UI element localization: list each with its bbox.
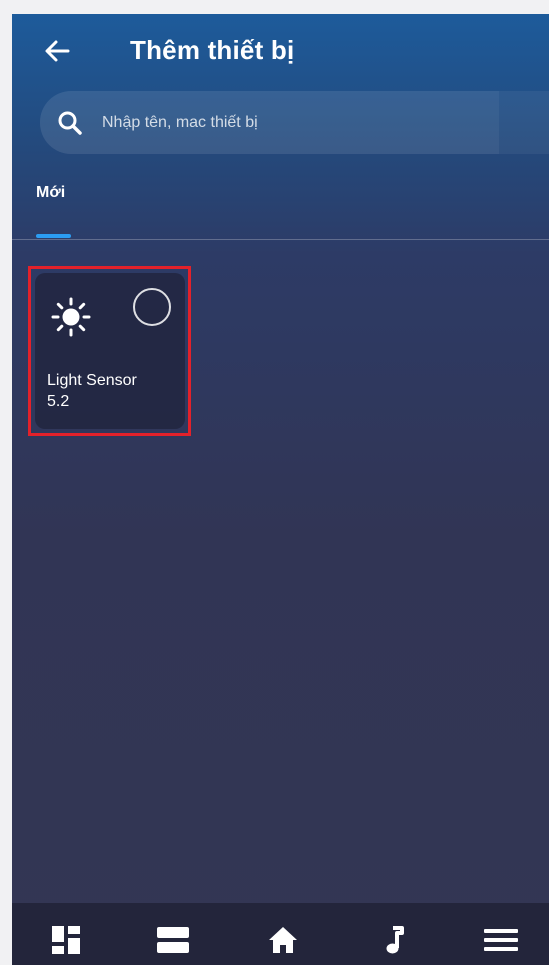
nav-music[interactable] bbox=[381, 923, 407, 957]
home-icon bbox=[269, 927, 297, 953]
nav-dashboard[interactable] bbox=[49, 923, 83, 957]
device-select-checkbox[interactable] bbox=[133, 288, 171, 326]
nav-menu[interactable] bbox=[482, 923, 520, 957]
page-title: Thêm thiết bị bbox=[130, 34, 295, 65]
dashboard-icon bbox=[52, 926, 80, 954]
sun-icon bbox=[51, 297, 91, 337]
tab-active-indicator bbox=[36, 234, 71, 238]
tab-divider bbox=[12, 239, 549, 240]
tab-bar: Mới bbox=[12, 184, 549, 241]
music-note-icon bbox=[386, 926, 404, 954]
device-version: 5.2 bbox=[47, 393, 70, 410]
nav-home[interactable] bbox=[265, 923, 301, 957]
stack-icon bbox=[157, 927, 189, 953]
bottom-navigation bbox=[12, 903, 549, 965]
back-button[interactable] bbox=[40, 34, 74, 68]
search-bar[interactable] bbox=[40, 91, 499, 154]
device-card-light-sensor[interactable]: Light Sensor 5.2 bbox=[35, 273, 185, 429]
app-screen: Thêm thiết bị Mới bbox=[12, 14, 549, 965]
arrow-left-icon bbox=[45, 40, 70, 62]
menu-icon bbox=[484, 929, 518, 951]
nav-rooms[interactable] bbox=[155, 923, 191, 957]
app-header: Thêm thiết bị bbox=[12, 14, 549, 184]
search-icon bbox=[56, 109, 84, 137]
search-bar-edge bbox=[499, 91, 549, 154]
search-input[interactable] bbox=[100, 112, 444, 133]
tab-new-label: Mới bbox=[36, 184, 66, 201]
device-name: Light Sensor bbox=[47, 372, 137, 389]
